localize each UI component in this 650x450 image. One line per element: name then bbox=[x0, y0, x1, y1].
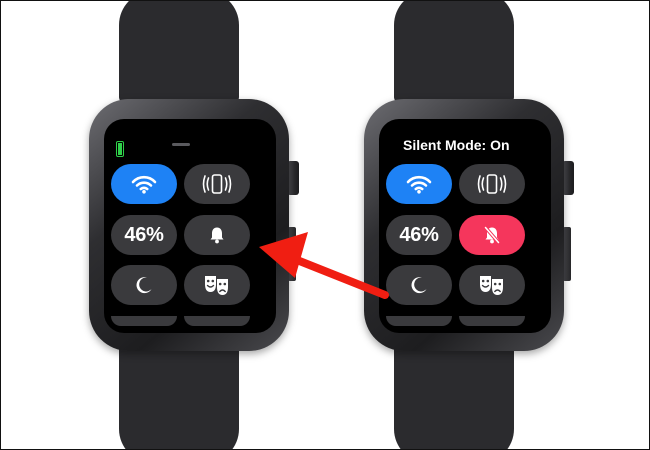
comparison-figure: 46% Silent Mode: On 46% bbox=[0, 0, 650, 450]
arrow-icon bbox=[259, 232, 389, 299]
